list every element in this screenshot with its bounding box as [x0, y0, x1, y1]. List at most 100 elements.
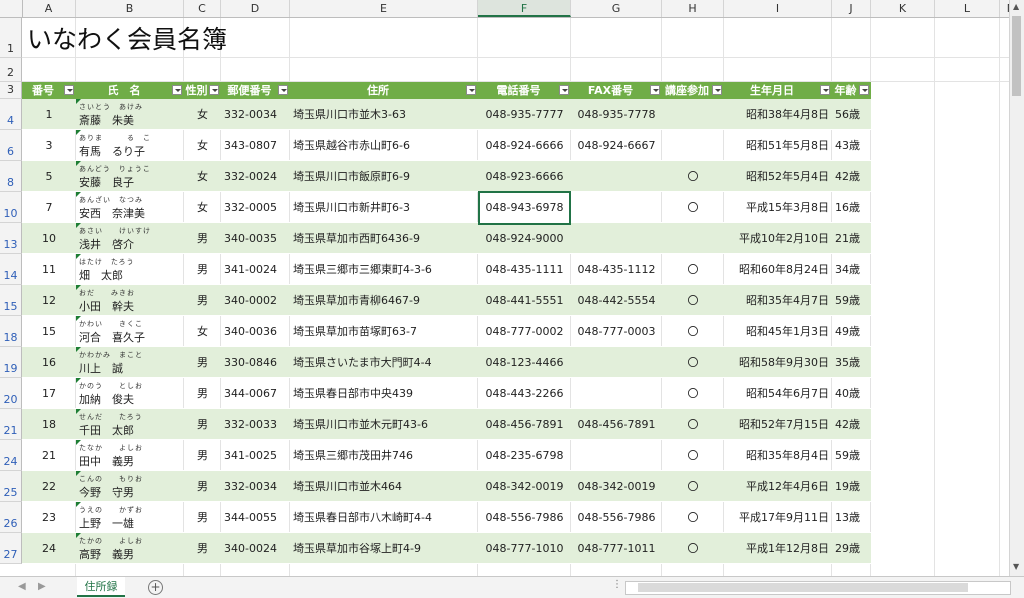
course-cell[interactable]: 〇	[662, 347, 724, 378]
birth-cell[interactable]: 昭和58年9月30日	[724, 347, 832, 378]
fax-cell[interactable]: 048-456-7891	[571, 409, 662, 440]
fax-cell[interactable]: 048-924-6667	[571, 130, 662, 161]
age-cell[interactable]: 49歳	[832, 316, 871, 347]
age-cell[interactable]: 21歳	[832, 223, 871, 254]
birth-cell[interactable]: 平成12年4月6日	[724, 471, 832, 502]
no-cell[interactable]: 24	[22, 533, 76, 564]
row-header[interactable]: 3	[0, 82, 22, 99]
sex-cell[interactable]: 女	[184, 161, 221, 192]
sex-cell[interactable]: 男	[184, 533, 221, 564]
birth-cell[interactable]: 昭和45年1月3日	[724, 316, 832, 347]
plus-circle-icon[interactable]: +	[148, 580, 163, 595]
name-cell[interactable]: さいとう あけみ 斎藤 朱美	[76, 99, 184, 130]
name-cell[interactable]: はたけ たろう畑 太郎	[76, 254, 184, 285]
course-cell[interactable]: 〇	[662, 409, 724, 440]
age-cell[interactable]: 34歳	[832, 254, 871, 285]
course-cell[interactable]	[662, 223, 724, 254]
row-header[interactable]: 13	[0, 223, 22, 254]
age-cell[interactable]: 13歳	[832, 502, 871, 533]
birth-cell[interactable]: 昭和38年4月8日	[724, 99, 832, 130]
sheet-tab-active[interactable]: 住所録	[77, 577, 125, 597]
course-cell[interactable]: 〇	[662, 285, 724, 316]
column-header-c[interactable]: C	[184, 0, 221, 17]
fax-cell[interactable]	[571, 192, 662, 223]
scroll-down-icon[interactable]: ▼	[1013, 562, 1019, 571]
tel-cell[interactable]: 048-777-0002	[478, 316, 571, 347]
sex-cell[interactable]: 男	[184, 502, 221, 533]
zip-cell[interactable]: 332-0033	[221, 409, 290, 440]
column-header-e[interactable]: E	[290, 0, 478, 17]
tel-cell[interactable]: 048-935-7777	[478, 99, 571, 130]
age-cell[interactable]: 16歳	[832, 192, 871, 223]
tel-cell[interactable]: 048-923-6666	[478, 161, 571, 192]
name-cell[interactable]: あさい けいすけ 浅井 啓介	[76, 223, 184, 254]
zip-cell[interactable]: 332-0024	[221, 161, 290, 192]
addr-cell[interactable]: 埼玉県草加市西町6436-9	[290, 223, 478, 254]
row-header[interactable]: 1	[0, 18, 22, 58]
course-cell[interactable]: 〇	[662, 533, 724, 564]
no-cell[interactable]: 23	[22, 502, 76, 533]
no-cell[interactable]: 18	[22, 409, 76, 440]
course-cell[interactable]: 〇	[662, 254, 724, 285]
no-cell[interactable]: 3	[22, 130, 76, 161]
age-cell[interactable]: 56歳	[832, 99, 871, 130]
birth-cell[interactable]: 昭和52年7月15日	[724, 409, 832, 440]
sex-cell[interactable]: 女	[184, 130, 221, 161]
chevron-down-icon[interactable]	[559, 85, 569, 95]
column-header-j[interactable]: J	[832, 0, 871, 17]
zip-cell[interactable]: 341-0024	[221, 254, 290, 285]
addr-cell[interactable]: 埼玉県草加市苗塚町63-7	[290, 316, 478, 347]
row-header[interactable]: 15	[0, 285, 22, 316]
name-cell[interactable]: おだ みきお 小田 幹夫	[76, 285, 184, 316]
no-cell[interactable]: 22	[22, 471, 76, 502]
row-header[interactable]: 26	[0, 502, 22, 533]
fax-cell[interactable]: 048-342-0019	[571, 471, 662, 502]
row-header[interactable]: 21	[0, 409, 22, 440]
row-header[interactable]: 24	[0, 440, 22, 471]
name-cell[interactable]: せんだ たろう 千田 太郎	[76, 409, 184, 440]
course-cell[interactable]: 〇	[662, 316, 724, 347]
tel-cell[interactable]: 048-342-0019	[478, 471, 571, 502]
spreadsheet[interactable]: ABCDEFGHIJKLM 12346810131415181920212425…	[0, 0, 1010, 576]
sex-cell[interactable]: 男	[184, 285, 221, 316]
age-cell[interactable]: 59歳	[832, 440, 871, 471]
zip-cell[interactable]: 341-0025	[221, 440, 290, 471]
age-cell[interactable]: 42歳	[832, 409, 871, 440]
birth-cell[interactable]: 昭和35年8月4日	[724, 440, 832, 471]
tel-cell[interactable]: 048-435-1111	[478, 254, 571, 285]
course-cell[interactable]	[662, 130, 724, 161]
hscroll-thumb[interactable]	[638, 583, 968, 592]
zip-cell[interactable]: 343-0807	[221, 130, 290, 161]
column-header-d[interactable]: D	[221, 0, 290, 17]
name-cell[interactable]: かわかみ まこと 川上 誠	[76, 347, 184, 378]
sex-cell[interactable]: 男	[184, 223, 221, 254]
filter-icon[interactable]	[466, 85, 476, 95]
fax-cell[interactable]	[571, 440, 662, 471]
birth-cell[interactable]: 平成15年3月8日	[724, 192, 832, 223]
chevron-down-icon[interactable]	[650, 85, 660, 95]
column-header-l[interactable]: L	[935, 0, 1000, 17]
row-header[interactable]: 25	[0, 471, 22, 502]
select-all-corner[interactable]	[0, 0, 23, 17]
column-header-b[interactable]: B	[76, 0, 184, 17]
row-header[interactable]: 18	[0, 316, 22, 347]
birth-cell[interactable]: 平成10年2月10日	[724, 223, 832, 254]
name-cell[interactable]: かのう としお 加納 俊夫	[76, 378, 184, 409]
fax-cell[interactable]: 048-556-7986	[571, 502, 662, 533]
age-cell[interactable]: 40歳	[832, 378, 871, 409]
chevron-down-icon[interactable]	[820, 85, 830, 95]
scroll-thumb[interactable]	[1012, 16, 1021, 96]
tel-cell[interactable]: 048-924-6666	[478, 130, 571, 161]
tel-cell[interactable]: 048-235-6798	[478, 440, 571, 471]
no-cell[interactable]: 21	[22, 440, 76, 471]
fax-cell[interactable]: 048-435-1112	[571, 254, 662, 285]
sex-cell[interactable]: 男	[184, 409, 221, 440]
column-header-i[interactable]: I	[724, 0, 832, 17]
row-header[interactable]: 2	[0, 58, 22, 82]
age-cell[interactable]: 29歳	[832, 533, 871, 564]
age-cell[interactable]: 42歳	[832, 161, 871, 192]
course-cell[interactable]: 〇	[662, 161, 724, 192]
sex-cell[interactable]: 女	[184, 99, 221, 130]
addr-cell[interactable]: 埼玉県さいたま市大門町4-4	[290, 347, 478, 378]
birth-cell[interactable]: 昭和60年8月24日	[724, 254, 832, 285]
